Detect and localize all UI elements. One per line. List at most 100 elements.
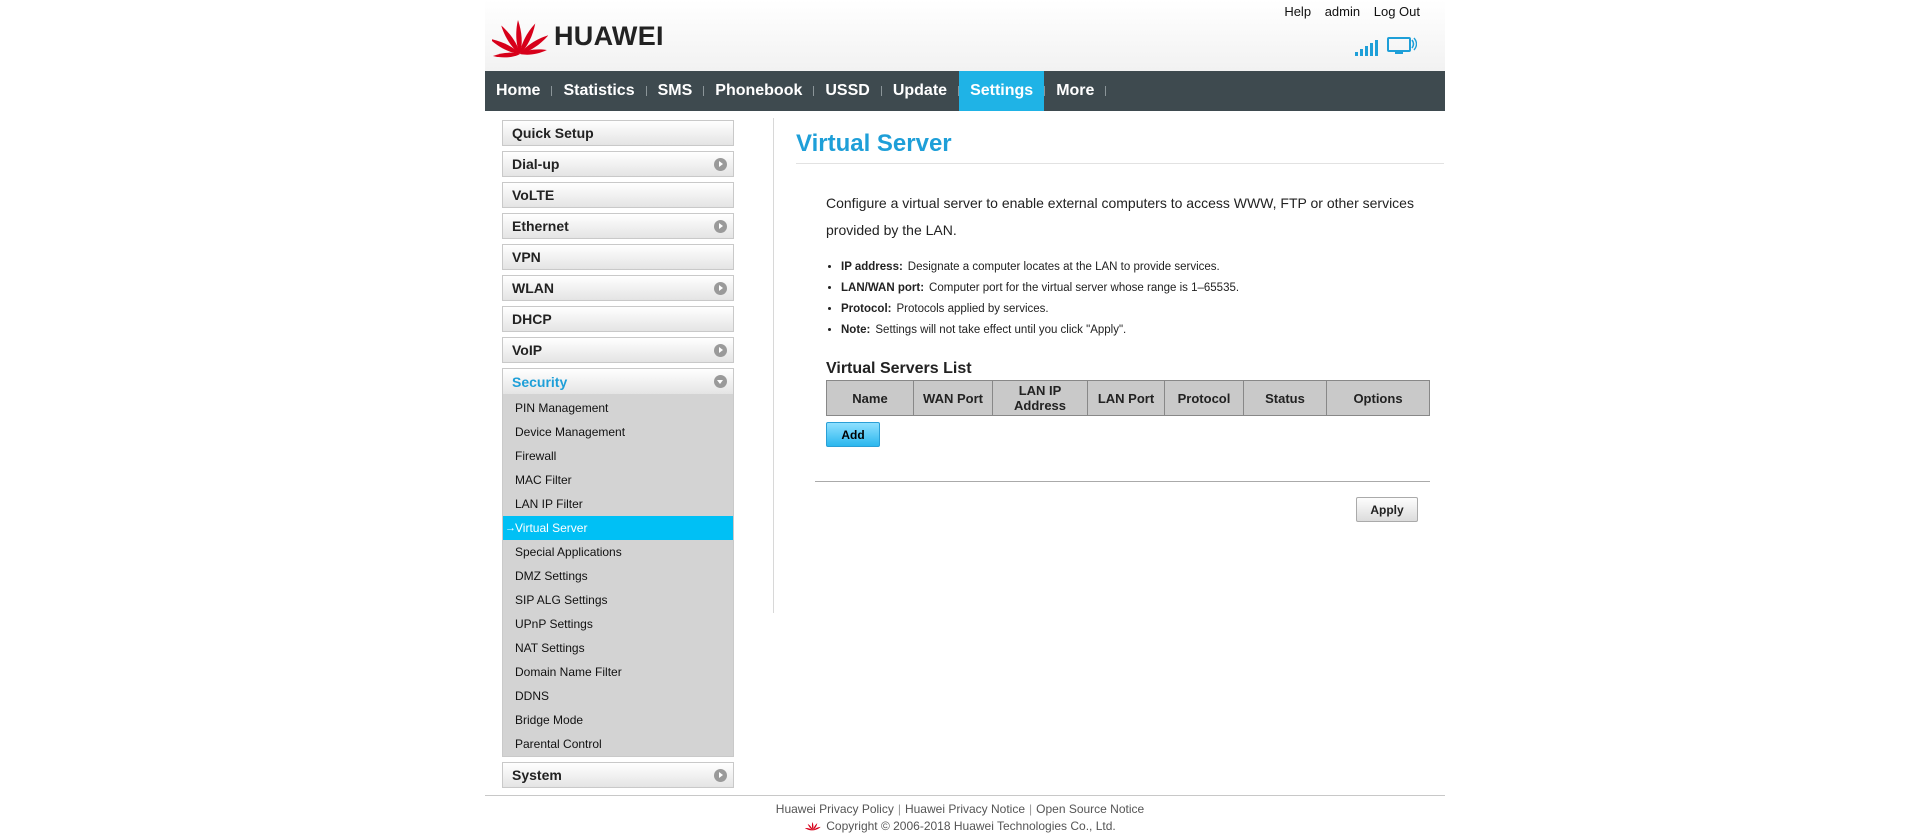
open-source-notice-link[interactable]: Open Source Notice: [1036, 802, 1144, 816]
submenu-nat-settings[interactable]: NAT Settings: [503, 636, 733, 660]
content-divider: [815, 481, 1430, 482]
submenu-lan-ip-filter[interactable]: LAN IP Filter: [503, 492, 733, 516]
nav-settings[interactable]: Settings: [959, 71, 1045, 111]
submenu-bridge-mode[interactable]: Bridge Mode: [503, 708, 733, 732]
add-button[interactable]: Add: [826, 422, 880, 447]
note-text: Computer port for the virtual server who…: [929, 282, 1240, 294]
col-lan-ip-address: LAN IP Address: [992, 380, 1088, 416]
submenu-upnp-settings[interactable]: UPnP Settings: [503, 612, 733, 636]
sidebar-item-volte[interactable]: VoLTE: [502, 182, 734, 208]
sidebar-item-label: VoIP: [512, 342, 543, 358]
sidebar-item-system[interactable]: System: [502, 762, 734, 788]
sidebar-item-label: System: [512, 767, 562, 783]
intro-text: Configure a virtual server to enable ext…: [826, 195, 1414, 238]
nav-statistics[interactable]: Statistics: [552, 71, 645, 111]
sidebar-item-wlan[interactable]: WLAN: [502, 275, 734, 301]
col-status: Status: [1243, 380, 1327, 416]
submenu-pin-management[interactable]: PIN Management: [503, 396, 733, 420]
note-term: LAN/WAN port:: [841, 282, 925, 294]
sidebar-item-label: Dial-up: [512, 156, 560, 172]
page-header: HUAWEI Help admin Log Out: [485, 0, 1445, 71]
sidebar-divider: [773, 118, 774, 613]
help-notes: IP address: Designate a computer locates …: [826, 257, 1444, 341]
note-text: Protocols applied by services.: [896, 303, 1049, 315]
footer-links: Huawei Privacy Policy | Huawei Privacy Not…: [0, 802, 1920, 816]
submenu-device-management[interactable]: Device Management: [503, 420, 733, 444]
user-link[interactable]: admin: [1325, 4, 1360, 19]
sidebar-item-label: WLAN: [512, 280, 554, 296]
huawei-flower-icon: [492, 20, 548, 58]
main-nav: Home Statistics SMS Phonebook USSD Updat…: [485, 71, 1445, 111]
chevron-right-icon: [714, 158, 727, 171]
sidebar-item-quick-setup[interactable]: Quick Setup: [502, 120, 734, 146]
submenu-sip-alg-settings[interactable]: SIP ALG Settings: [503, 588, 733, 612]
apply-button[interactable]: Apply: [1356, 497, 1418, 522]
security-submenu: PIN Management Device Management Firewal…: [502, 394, 734, 757]
sidebar-item-dial-up[interactable]: Dial-up: [502, 151, 734, 177]
submenu-dmz-settings[interactable]: DMZ Settings: [503, 564, 733, 588]
brand-name: HUAWEI: [554, 20, 664, 51]
privacy-policy-link[interactable]: Huawei Privacy Policy: [776, 802, 894, 816]
chevron-down-icon: [714, 375, 727, 388]
privacy-notice-link[interactable]: Huawei Privacy Notice: [905, 802, 1025, 816]
sidebar-item-label: Security: [512, 373, 568, 390]
col-protocol: Protocol: [1164, 380, 1244, 416]
chevron-right-icon: [714, 220, 727, 233]
sidebar-item-label: Quick Setup: [512, 125, 594, 141]
chevron-right-icon: [714, 769, 727, 782]
note-item: Protocol: Protocols applied by services.: [841, 299, 1444, 320]
footer-separator: |: [897, 802, 901, 816]
nav-home[interactable]: Home: [485, 71, 551, 111]
nav-phonebook[interactable]: Phonebook: [704, 71, 813, 111]
logout-link[interactable]: Log Out: [1374, 4, 1420, 19]
copyright-text: Copyright © 2006-2018 Huawei Technologie…: [826, 819, 1116, 833]
note-term: Protocol:: [841, 303, 892, 315]
copyright: Copyright © 2006-2018 Huawei Technologie…: [0, 819, 1920, 833]
nav-sms[interactable]: SMS: [647, 71, 704, 111]
footer-separator: |: [1029, 802, 1033, 816]
connected-devices-icon[interactable]: [1387, 36, 1417, 56]
note-item: Note: Settings will not take effect until…: [841, 320, 1444, 341]
sidebar-item-vpn[interactable]: VPN: [502, 244, 734, 270]
col-lan-port: LAN Port: [1087, 380, 1165, 416]
sidebar-item-label: VoLTE: [512, 187, 555, 203]
chevron-right-icon: [714, 282, 727, 295]
settings-sidebar: Quick Setup Dial-up VoLTE Ethernet VPN W…: [502, 120, 734, 793]
chevron-right-icon: [714, 344, 727, 357]
main-content: Virtual Server Configure a virtual serve…: [796, 118, 1444, 522]
note-text: Designate a computer locates at the LAN …: [907, 261, 1220, 273]
submenu-virtual-server[interactable]: → Virtual Server: [503, 516, 733, 540]
virtual-servers-list-title: Virtual Servers List: [826, 360, 972, 377]
submenu-label: Virtual Server: [515, 521, 588, 535]
sidebar-item-voip[interactable]: VoIP: [502, 337, 734, 363]
help-link[interactable]: Help: [1284, 4, 1311, 19]
nav-more[interactable]: More: [1045, 71, 1105, 111]
sidebar-item-dhcp[interactable]: DHCP: [502, 306, 734, 332]
sidebar-item-security[interactable]: Security: [502, 368, 734, 394]
submenu-mac-filter[interactable]: MAC Filter: [503, 468, 733, 492]
signal-strength-icon: [1355, 40, 1378, 56]
col-options: Options: [1326, 380, 1430, 416]
nav-ussd[interactable]: USSD: [814, 71, 880, 111]
nav-update[interactable]: Update: [882, 71, 958, 111]
sidebar-item-ethernet[interactable]: Ethernet: [502, 213, 734, 239]
huawei-small-logo-icon: [805, 821, 821, 830]
sidebar-item-label: Ethernet: [512, 218, 569, 234]
note-term: IP address:: [841, 261, 903, 273]
status-icons: [1355, 36, 1417, 56]
submenu-ddns[interactable]: DDNS: [503, 684, 733, 708]
note-item: LAN/WAN port: Computer port for the virtu…: [841, 278, 1444, 299]
submenu-firewall[interactable]: Firewall: [503, 444, 733, 468]
top-links: Help admin Log Out: [1274, 4, 1420, 19]
note-text: Settings will not take effect until you …: [875, 324, 1127, 336]
page-title: Virtual Server: [796, 130, 1444, 164]
submenu-parental-control[interactable]: Parental Control: [503, 732, 733, 756]
nav-separator: [1105, 86, 1107, 96]
col-name: Name: [826, 380, 914, 416]
virtual-servers-table: Name WAN Port LAN IP Address LAN Port Pr…: [826, 380, 1430, 416]
col-wan-port: WAN Port: [913, 380, 993, 416]
arrow-right-icon: →: [505, 522, 516, 534]
note-item: IP address: Designate a computer locates …: [841, 257, 1444, 278]
submenu-special-applications[interactable]: Special Applications: [503, 540, 733, 564]
submenu-domain-name-filter[interactable]: Domain Name Filter: [503, 660, 733, 684]
